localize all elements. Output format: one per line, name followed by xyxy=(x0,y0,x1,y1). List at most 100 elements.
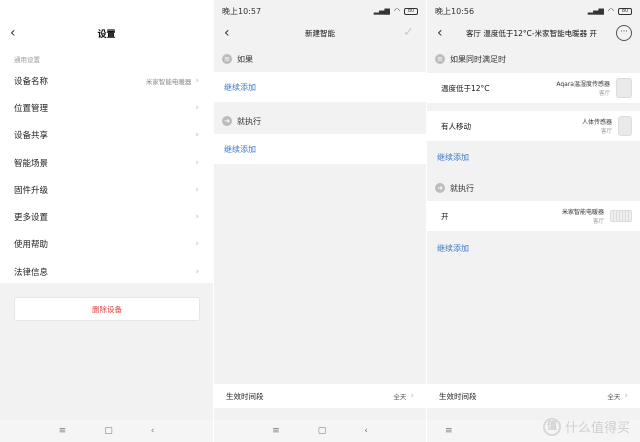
item-label: 使用帮助 xyxy=(14,240,49,251)
active-period-row[interactable]: 生效时间段 全天 › xyxy=(427,384,640,408)
device-name: 米家智能电暖器 xyxy=(561,209,604,216)
more-options-icon[interactable]: ··· xyxy=(616,25,632,41)
condition-item[interactable]: 有人移动 人体传感器 客厅 xyxy=(427,111,640,141)
item-value: 米家智能电暖器 xyxy=(145,77,192,86)
automation-detail-panel: 晚上10:56 ▂▄▆ ◠ 80 ‹ 客厅 温度低于12°C-米家智能电暖器 开… xyxy=(427,0,640,442)
then-label: 就执行 xyxy=(237,116,261,126)
condition-label: 温度低于12°C xyxy=(441,83,490,93)
then-section-header: ➜ 就执行 xyxy=(214,114,426,128)
device-name: 人体传感器 xyxy=(581,119,612,126)
battery-icon: 80 xyxy=(404,7,418,15)
back-icon[interactable]: ‹ xyxy=(437,26,443,40)
settings-item-share[interactable]: 设备共享 › xyxy=(0,122,213,149)
settings-item-firmware[interactable]: 固件升级 › xyxy=(0,176,213,203)
item-label: 法律信息 xyxy=(14,267,49,278)
then-add-row: 继续添加 xyxy=(427,237,640,259)
active-period-label: 生效时间段 xyxy=(439,391,477,401)
back-nav-icon[interactable]: ‹ xyxy=(364,426,368,436)
if-label: 如果 xyxy=(237,54,253,64)
item-label: 设备名称 xyxy=(14,76,49,87)
delete-device-button[interactable]: 删除设备 xyxy=(14,297,200,321)
chevron-right-icon: › xyxy=(195,75,199,86)
screenshot-collage: ‹ 设置 通用设置 设备名称 米家智能电暖器 › 位置管理 › 设备共享 › 智能… xyxy=(0,0,640,442)
watermark: 值 什么值得买 xyxy=(542,417,630,436)
nav-bar: ‹ 新建智能 ✓ xyxy=(214,22,426,44)
item-label: 更多设置 xyxy=(14,213,49,224)
item-label: 位置管理 xyxy=(14,103,49,114)
chevron-right-icon: › xyxy=(195,184,199,195)
menu-icon[interactable]: ≡ xyxy=(272,426,280,436)
chevron-right-icon: › xyxy=(195,102,199,113)
add-action-link[interactable]: 继续添加 xyxy=(427,243,479,254)
chevron-right-icon: › xyxy=(195,239,199,250)
item-label: 智能场景 xyxy=(14,158,49,169)
device-room: 客厅 xyxy=(600,129,612,135)
active-period-value: 全天 xyxy=(607,393,621,401)
if-add-row: 继续添加 xyxy=(214,72,426,102)
status-time: 晚上10:57 xyxy=(222,6,262,16)
action-item[interactable]: 开 米家智能电暖器 客厅 xyxy=(427,201,640,231)
status-time: 晚上10:56 xyxy=(435,6,475,16)
active-period-value: 全天 xyxy=(393,393,407,401)
then-section-header: ➜ 就执行 xyxy=(427,181,640,195)
battery-icon: 80 xyxy=(618,7,632,15)
active-period-label: 生效时间段 xyxy=(226,391,264,401)
settings-item-device-name[interactable]: 设备名称 米家智能电暖器 › xyxy=(0,67,213,94)
settings-item-more[interactable]: 更多设置 › xyxy=(0,203,213,230)
signal-icon: ▂▄▆ xyxy=(587,7,604,15)
item-label: 固件升级 xyxy=(14,185,49,196)
chevron-right-icon: › xyxy=(624,391,628,401)
if-label: 如果同时满足时 xyxy=(450,54,506,64)
system-nav-bar: ≡ ▢ ‹ xyxy=(214,420,426,442)
device-room: 客厅 xyxy=(598,91,610,97)
status-bar: 晚上10:57 ▂▄▆ ◠ 80 xyxy=(214,0,426,22)
status-bar xyxy=(0,0,213,22)
back-icon[interactable]: ‹ xyxy=(224,26,230,40)
heater-icon xyxy=(610,210,632,222)
settings-item-scenes[interactable]: 智能场景 › xyxy=(0,149,213,176)
new-automation-panel: 晚上10:57 ▂▄▆ ◠ 80 ‹ 新建智能 ✓ ≡ 如果 继续添加 ➜ 就执… xyxy=(214,0,426,442)
then-icon: ➜ xyxy=(222,116,232,126)
signal-icon: ▂▄▆ xyxy=(373,7,390,15)
add-condition-link[interactable]: 继续添加 xyxy=(214,82,266,93)
device-name: Aqara温湿度传感器 xyxy=(556,81,610,88)
back-nav-icon[interactable]: ‹ xyxy=(151,426,155,436)
back-icon[interactable]: ‹ xyxy=(10,26,16,40)
settings-item-location[interactable]: 位置管理 › xyxy=(0,94,213,121)
menu-icon[interactable]: ≡ xyxy=(445,426,453,436)
add-action-link[interactable]: 继续添加 xyxy=(214,144,266,155)
system-nav-bar: ≡ ▢ ‹ xyxy=(0,420,213,442)
device-room: 客厅 xyxy=(592,219,604,225)
chevron-right-icon: › xyxy=(195,130,199,141)
chevron-right-icon: › xyxy=(195,212,199,223)
if-section-header: ≡ 如果同时满足时 xyxy=(427,52,640,66)
nav-bar: ‹ 设置 xyxy=(0,22,213,44)
condition-item[interactable]: 温度低于12°C Aqara温湿度传感器 客厅 xyxy=(427,73,640,103)
chevron-right-icon: › xyxy=(195,266,199,277)
confirm-check-icon[interactable]: ✓ xyxy=(403,26,414,39)
home-icon[interactable]: ▢ xyxy=(318,426,327,436)
condition-label: 有人移动 xyxy=(441,121,471,131)
watermark-logo-icon: 值 xyxy=(542,417,561,436)
section-label: 通用设置 xyxy=(14,56,40,64)
page-title: 客厅 温度低于12°C-米家智能电暖器 开 xyxy=(465,28,597,38)
menu-icon[interactable]: ≡ xyxy=(59,426,67,436)
add-condition-link[interactable]: 继续添加 xyxy=(427,152,479,163)
home-icon[interactable]: ▢ xyxy=(104,426,113,436)
page-title: 设置 xyxy=(97,29,116,40)
motion-sensor-icon xyxy=(618,116,632,136)
wifi-icon: ◠ xyxy=(607,7,614,15)
status-bar: 晚上10:56 ▂▄▆ ◠ 80 xyxy=(427,0,640,22)
nav-bar: ‹ 客厅 温度低于12°C-米家智能电暖器 开 ··· xyxy=(427,22,640,44)
active-period-row[interactable]: 生效时间段 全天 › xyxy=(214,384,426,408)
settings-item-help[interactable]: 使用帮助 › xyxy=(0,231,213,258)
if-add-row: 继续添加 xyxy=(427,147,640,167)
settings-panel: ‹ 设置 通用设置 设备名称 米家智能电暖器 › 位置管理 › 设备共享 › 智能… xyxy=(0,0,213,442)
watermark-text: 什么值得买 xyxy=(564,421,630,436)
settings-item-legal[interactable]: 法律信息 › xyxy=(0,258,213,285)
page-title: 新建智能 xyxy=(305,28,335,38)
action-label: 开 xyxy=(441,211,449,221)
if-icon: ≡ xyxy=(435,54,445,64)
if-icon: ≡ xyxy=(222,54,232,64)
if-section-header: ≡ 如果 xyxy=(214,52,426,66)
